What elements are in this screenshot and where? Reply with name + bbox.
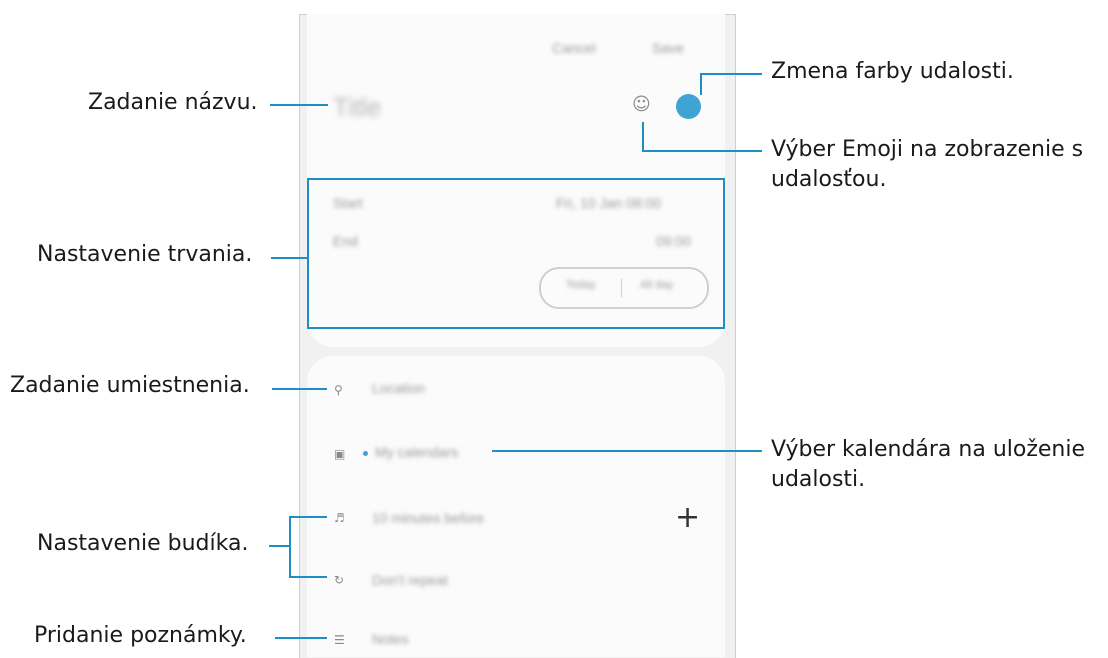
callout-line-emoji — [642, 150, 762, 152]
notes-input[interactable]: Notes — [372, 631, 409, 647]
callout-duration: Nastavenie trvania. — [37, 242, 253, 267]
duration-highlight-frame — [307, 178, 725, 329]
calendar-selector[interactable]: My calendars — [375, 444, 458, 460]
location-input[interactable]: Location — [372, 380, 425, 396]
alarm-value[interactable]: 10 minutes before — [372, 510, 484, 526]
callout-line-alarm-stub — [269, 545, 291, 547]
callout-line-alarm-vertical — [289, 516, 291, 578]
callout-line-location — [272, 388, 327, 390]
repeat-value[interactable]: Don't repeat — [372, 572, 448, 588]
callout-location: Zadanie umiestnenia. — [10, 373, 250, 398]
location-pin-icon: ⚲ — [334, 383, 343, 397]
callout-line-emoji-down — [642, 122, 644, 152]
notes-icon: ☰ — [334, 633, 345, 647]
callout-calendar-line2: udalosti. — [771, 467, 866, 492]
repeat-icon: ↻ — [334, 573, 345, 587]
callout-calendar-line1: Výber kalendára na uloženie — [771, 437, 1086, 462]
callout-line-alarm-bottom — [289, 576, 327, 578]
cancel-button[interactable]: Cancel — [552, 40, 596, 56]
callout-line-note — [275, 637, 327, 639]
title-input[interactable]: Title — [333, 92, 381, 123]
callout-line-alarm-top — [289, 516, 327, 518]
callout-line-duration — [271, 257, 307, 259]
callout-line-color-down — [700, 73, 702, 95]
emoji-sticker-icon[interactable]: ☺ — [632, 96, 651, 114]
callout-emoji-line1: Výber Emoji na zobrazenie s — [771, 137, 1084, 162]
calendar-icon: ▣ — [334, 447, 346, 461]
callout-line-color — [700, 73, 762, 75]
callout-line-title — [270, 104, 328, 106]
bell-icon: ♬ — [334, 511, 345, 525]
callout-color: Zmena farby udalosti. — [771, 59, 1014, 84]
callout-title: Zadanie názvu. — [88, 90, 258, 115]
add-alarm-plus-icon[interactable]: + — [675, 503, 700, 533]
callout-note: Pridanie poznámky. — [34, 623, 247, 648]
save-button[interactable]: Save — [652, 40, 684, 56]
callout-line-calendar — [492, 450, 762, 452]
callout-emoji-line2: udalosťou. — [771, 167, 887, 192]
event-options-card — [307, 356, 725, 657]
calendar-color-dot — [363, 451, 368, 456]
event-color-picker[interactable] — [676, 94, 701, 119]
callout-alarm: Nastavenie budíka. — [37, 531, 249, 556]
